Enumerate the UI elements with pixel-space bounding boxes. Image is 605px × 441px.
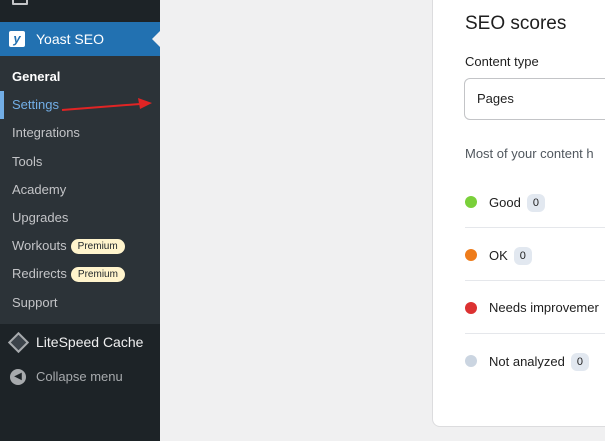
divider — [465, 227, 605, 228]
submenu-item-support[interactable]: Support — [12, 294, 58, 312]
yoast-logo-icon: y — [9, 31, 25, 47]
seo-scores-card: SEO scores Content type Pages Most of yo… — [432, 0, 605, 427]
litespeed-diamond-icon — [7, 331, 30, 354]
score-count: 0 — [513, 247, 532, 265]
submenu-label: Integrations — [12, 125, 80, 140]
premium-badge: Premium — [70, 267, 125, 282]
card-title: SEO scores — [465, 13, 567, 34]
premium-badge: Premium — [70, 239, 125, 254]
divider — [465, 333, 605, 334]
menu-item-label: LiteSpeed Cache — [36, 334, 144, 350]
submenu-item-academy[interactable]: Academy — [12, 181, 66, 199]
score-name: Not analyzed — [489, 354, 565, 369]
score-count: 0 — [526, 194, 545, 212]
admin-sidebar: y Yoast SEO General Settings Integration… — [0, 0, 160, 441]
score-row-good[interactable]: Good 0 — [465, 191, 605, 213]
content-type-select[interactable]: Pages — [464, 78, 605, 120]
score-row-needs-improvement[interactable]: Needs improvemer — [465, 297, 605, 319]
submenu-item-settings[interactable]: Settings — [12, 96, 59, 114]
score-name: OK — [489, 248, 508, 263]
submenu-item-workouts[interactable]: Workouts Premium — [12, 237, 125, 255]
current-menu-notch — [152, 31, 160, 47]
score-row-not-analyzed[interactable]: Not analyzed 0 — [465, 350, 605, 372]
submenu-label: General — [12, 69, 61, 84]
menu-item-yoast-seo[interactable]: y Yoast SEO — [0, 22, 160, 56]
menu-item-label: Yoast SEO — [36, 31, 104, 47]
menu-icon — [12, 0, 28, 6]
annotation-arrow-icon — [61, 98, 152, 111]
collapse-menu-label: Collapse menu — [36, 369, 123, 384]
divider — [465, 280, 605, 281]
submenu-label: Upgrades — [12, 210, 69, 225]
good-status-dot — [465, 196, 477, 208]
submenu-item-redirects[interactable]: Redirects Premium — [12, 265, 125, 283]
menu-item-litespeed-cache[interactable]: LiteSpeed Cache — [0, 324, 160, 360]
submenu-label: Workouts — [12, 238, 67, 253]
submenu-item-integrations[interactable]: Integrations — [12, 124, 80, 142]
score-row-ok[interactable]: OK 0 — [465, 244, 605, 266]
content-type-label: Content type — [465, 54, 539, 69]
submenu-item-upgrades[interactable]: Upgrades — [12, 209, 68, 227]
submenu-label: Settings — [12, 97, 59, 112]
collapse-arrow-icon: ◀ — [10, 369, 26, 385]
submenu-label: Academy — [12, 182, 67, 197]
submenu-label: Tools — [12, 154, 43, 169]
score-name: Needs improvemer — [489, 300, 599, 315]
submenu-item-general[interactable]: General — [12, 68, 60, 86]
active-indicator — [0, 91, 4, 119]
submenu-item-tools[interactable]: Tools — [12, 153, 42, 171]
not-analyzed-status-dot — [465, 355, 477, 367]
submenu-label: Support — [12, 295, 58, 310]
score-name: Good — [489, 195, 521, 210]
ok-status-dot — [465, 249, 477, 261]
score-count: 0 — [570, 353, 590, 371]
collapse-menu-button[interactable]: ◀ Collapse menu — [0, 366, 160, 388]
needs-improvement-status-dot — [465, 302, 477, 314]
scores-description: Most of your content h — [465, 146, 594, 161]
partial-menu-item[interactable] — [12, 0, 92, 6]
submenu-label: Redirects — [12, 266, 67, 281]
content-type-value: Pages — [477, 91, 514, 106]
